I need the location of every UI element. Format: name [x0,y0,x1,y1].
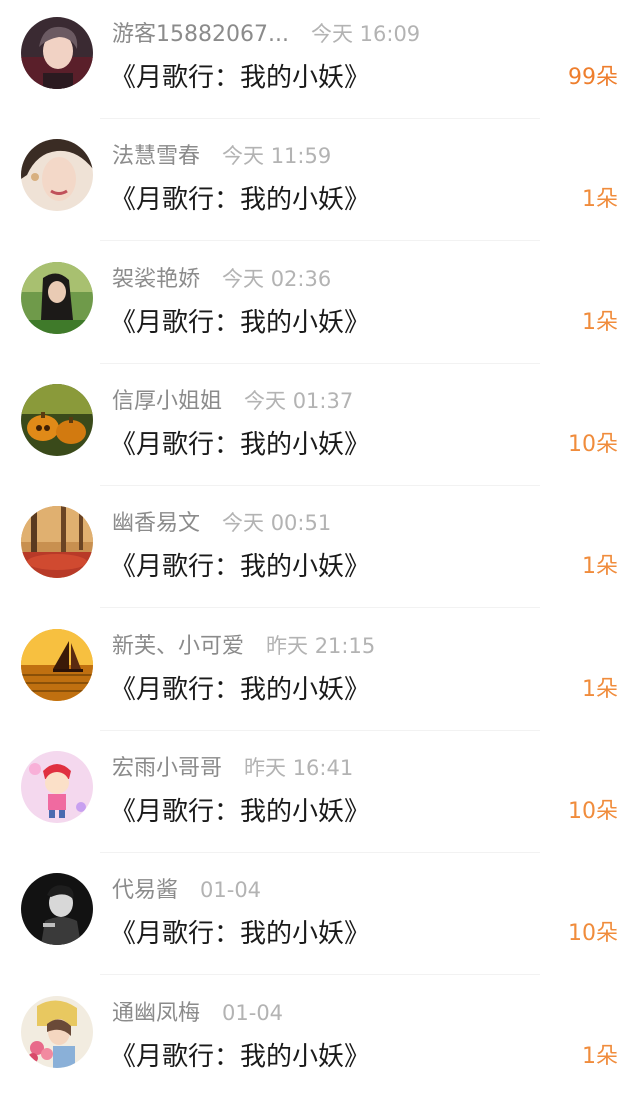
avatar-girl-in-garden-icon[interactable] [21,262,93,334]
name-time-line: 宏雨小哥哥 昨天 16:41 [112,752,353,784]
avatar-man-bw-icon[interactable] [21,873,93,945]
name-time-line: 代易酱 01-04 [112,874,261,906]
divider [100,607,540,608]
flower-count: 10朵 [568,921,618,946]
flower-count: 1朵 [582,677,618,702]
divider [100,974,540,975]
username[interactable]: 法慧雪春 [112,144,200,169]
divider [100,118,540,119]
flower-count: 10朵 [568,799,618,824]
timestamp: 今天 02:36 [222,267,332,291]
name-time-line: 游客15882067... 今天 16:09 [112,18,420,50]
name-time-line: 幽香易文 今天 00:51 [112,507,331,539]
list-item[interactable]: 幽香易文 今天 00:51 《月歌行：我的小妖》 1朵 [0,489,640,611]
timestamp: 昨天 21:15 [266,634,376,658]
avatar-woman-portrait-icon[interactable] [21,139,93,211]
list-item[interactable]: 新芙、小可爱 昨天 21:15 《月歌行：我的小妖》 1朵 [0,612,640,734]
flower-count: 99朵 [568,65,618,90]
flower-count: 1朵 [582,310,618,335]
username[interactable]: 新芙、小可爱 [112,634,244,659]
gift-record-list: 游客15882067... 今天 16:09 《月歌行：我的小妖》 99朵 法慧雪… [0,0,640,1097]
divider [100,730,540,731]
timestamp: 昨天 16:41 [244,756,354,780]
book-title[interactable]: 《月歌行：我的小妖》 [110,425,370,465]
book-title[interactable]: 《月歌行：我的小妖》 [110,303,370,343]
timestamp: 今天 01:37 [244,389,354,413]
list-item[interactable]: 代易酱 01-04 《月歌行：我的小妖》 10朵 [0,856,640,978]
name-time-line: 通幽凤梅 01-04 [112,997,283,1029]
book-title[interactable]: 《月歌行：我的小妖》 [110,792,370,832]
list-item[interactable]: 游客15882067... 今天 16:09 《月歌行：我的小妖》 99朵 [0,0,640,122]
username[interactable]: 游客15882067... [112,22,289,47]
list-item[interactable]: 宏雨小哥哥 昨天 16:41 《月歌行：我的小妖》 10朵 [0,734,640,856]
list-item[interactable]: 法慧雪春 今天 11:59 《月歌行：我的小妖》 1朵 [0,122,640,244]
divider [100,240,540,241]
timestamp: 01-04 [222,1001,284,1025]
timestamp: 今天 11:59 [222,144,332,168]
divider [100,852,540,853]
book-title[interactable]: 《月歌行：我的小妖》 [110,58,370,98]
list-item[interactable]: 袈裟艳娇 今天 02:36 《月歌行：我的小妖》 1朵 [0,245,640,367]
book-title[interactable]: 《月歌行：我的小妖》 [110,547,370,587]
name-time-line: 新芙、小可爱 昨天 21:15 [112,630,375,662]
avatar-sailboat-sunset-icon[interactable] [21,629,93,701]
timestamp: 01-04 [200,878,262,902]
flower-count: 1朵 [582,554,618,579]
book-title[interactable]: 《月歌行：我的小妖》 [110,914,370,954]
flower-count: 1朵 [582,187,618,212]
name-time-line: 法慧雪春 今天 11:59 [112,140,331,172]
username[interactable]: 信厚小姐姐 [112,389,222,414]
username[interactable]: 袈裟艳娇 [112,267,200,292]
timestamp: 今天 16:09 [310,22,421,46]
username[interactable]: 宏雨小哥哥 [112,756,222,781]
timestamp: 今天 00:51 [222,511,332,535]
list-item[interactable]: 信厚小姐姐 今天 01:37 《月歌行：我的小妖》 10朵 [0,367,640,489]
avatar-cartoon-boy-icon[interactable] [21,751,93,823]
flower-count: 1朵 [582,1044,618,1069]
username[interactable]: 代易酱 [112,878,178,903]
divider [100,363,540,364]
name-time-line: 信厚小姐姐 今天 01:37 [112,385,353,417]
avatar-young-man-icon[interactable] [21,17,93,89]
avatar-autumn-forest-icon[interactable] [21,506,93,578]
avatar-pumpkins-icon[interactable] [21,384,93,456]
book-title[interactable]: 《月歌行：我的小妖》 [110,1037,370,1077]
username[interactable]: 通幽凤梅 [112,1001,200,1026]
name-time-line: 袈裟艳娇 今天 02:36 [112,263,331,295]
username[interactable]: 幽香易文 [112,511,200,536]
flower-count: 10朵 [568,432,618,457]
book-title[interactable]: 《月歌行：我的小妖》 [110,180,370,220]
divider [100,485,540,486]
avatar-girl-with-flowers-icon[interactable] [21,996,93,1068]
list-item[interactable]: 通幽凤梅 01-04 《月歌行：我的小妖》 1朵 [0,979,640,1101]
book-title[interactable]: 《月歌行：我的小妖》 [110,670,370,710]
